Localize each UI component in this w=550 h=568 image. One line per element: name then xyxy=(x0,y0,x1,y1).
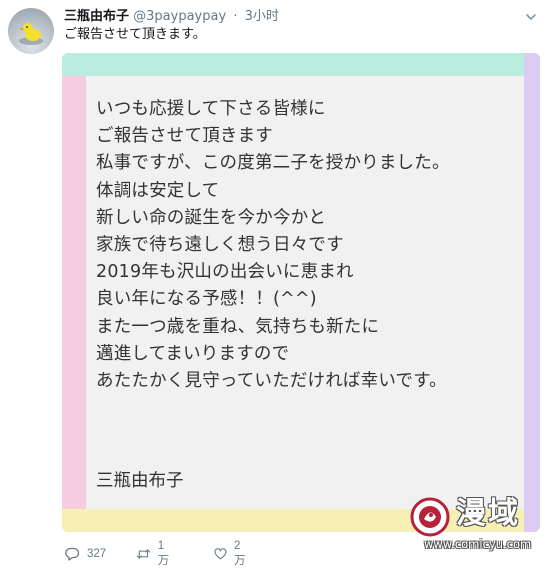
letter-line: 良い年になる予感！！(^^) xyxy=(96,289,317,310)
image-band-top xyxy=(62,53,540,76)
letter-line: 新しい命の誕生を今か今かと xyxy=(96,207,327,228)
like-icon xyxy=(214,548,227,560)
display-name[interactable]: 三瓶由布子 xyxy=(64,9,129,24)
duck-icon xyxy=(19,23,43,45)
retweet-count: 1万 xyxy=(157,540,170,567)
reply-button[interactable]: 327 xyxy=(64,544,106,564)
watermark: 漫域 www.comicyu.com xyxy=(404,495,550,555)
avatar[interactable] xyxy=(8,8,54,54)
chevron-down-icon[interactable] xyxy=(524,9,538,23)
letter-signature: 三瓶由布子 xyxy=(96,471,184,491)
user-handle[interactable]: @3paypaypay xyxy=(133,9,226,24)
watermark-title: 漫域 xyxy=(456,496,520,531)
letter-text: いつも応援して下さる皆様に ご報告させて頂きます 私事ですが、この度第二子を授か… xyxy=(96,96,450,395)
letter-line: また一つ歳を重ね、気持ちも新たに xyxy=(96,316,380,337)
letter-line: あたたかく見守っていただければ幸いです。 xyxy=(96,371,447,392)
reply-icon xyxy=(65,547,80,561)
letter-line: 家族で待ち遠しく想う日々です xyxy=(96,235,344,256)
letter-line: いつも応援して下さる皆様に xyxy=(96,99,326,119)
like-count: 2万 xyxy=(233,540,246,567)
tweet-text: ご報告させて頂きます。 xyxy=(64,27,206,42)
letter-line: 私事ですが、この度第二子を授かりました。 xyxy=(96,153,450,174)
image-band-right xyxy=(524,53,540,532)
retweet-icon xyxy=(136,549,151,559)
image-band-left xyxy=(62,76,86,509)
letter-line: 2019年も沢山の出会いに恵まれ xyxy=(96,262,354,283)
watermark-logo-icon xyxy=(410,497,450,537)
separator-dot: · xyxy=(233,9,238,24)
letter-line: 邁進してまいりますので xyxy=(96,343,290,364)
timestamp[interactable]: 3小时 xyxy=(245,9,279,24)
reply-count: 327 xyxy=(87,548,107,560)
tweet-image[interactable]: いつも応援して下さる皆様に ご報告させて頂きます 私事ですが、この度第二子を授か… xyxy=(62,53,540,532)
watermark-url: www.comicyu.com xyxy=(424,537,532,551)
tweet-header: 三瓶由布子 @3paypaypay · 3小时 xyxy=(64,8,279,26)
retweet-button[interactable]: 1万 xyxy=(136,540,173,567)
letter-line: ご報告させて頂きます xyxy=(96,126,273,147)
letter-line: 体調は安定して xyxy=(96,180,220,201)
like-button[interactable]: 2万 xyxy=(214,540,249,567)
